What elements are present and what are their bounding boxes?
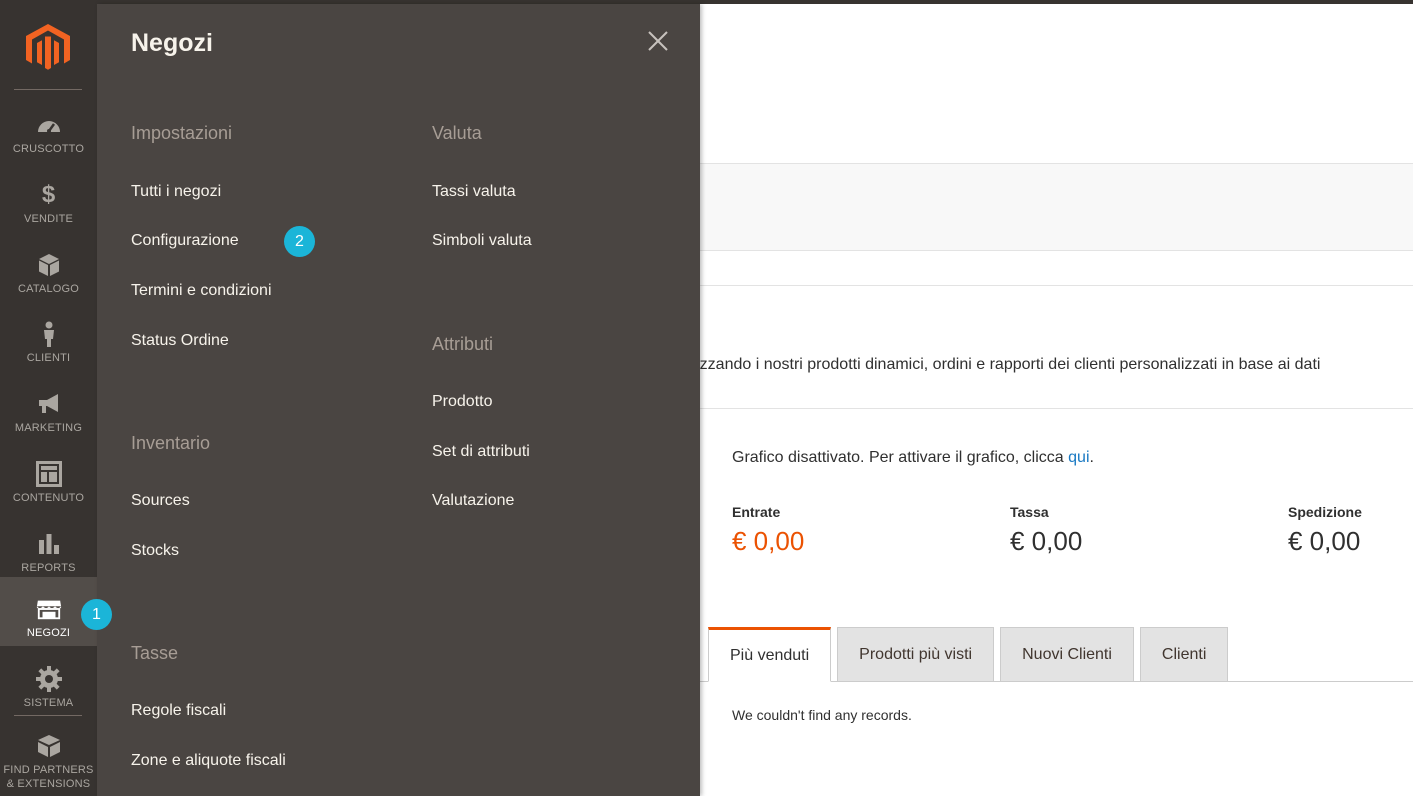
step-badge-1: 1 xyxy=(81,599,112,630)
sidebar-item-content[interactable]: CONTENUTO xyxy=(0,442,97,511)
sidebar-item-marketing[interactable]: MARKETING xyxy=(0,372,97,441)
sidebar-item-label: CRUSCOTTO xyxy=(12,143,85,155)
tab-new-customers[interactable]: Nuovi Clienti xyxy=(1000,627,1134,682)
magento-logo-icon[interactable] xyxy=(26,24,70,72)
no-records-message: We couldn't find any records. xyxy=(732,707,912,723)
dashboard-icon xyxy=(36,112,62,138)
menu-link-all-stores[interactable]: Tutti i negozi xyxy=(131,183,221,201)
person-icon xyxy=(36,321,62,347)
close-icon[interactable] xyxy=(646,29,670,53)
sidebar-item-label: FIND PARTNERS & EXTENSIONS xyxy=(3,764,94,790)
section-heading-inventory: Inventario xyxy=(131,433,211,453)
section-heading-currency: Valuta xyxy=(432,123,482,143)
store-icon xyxy=(36,596,62,622)
total-label: Entrate xyxy=(732,504,781,520)
total-value: € 0,00 xyxy=(732,526,805,556)
stores-flyout-menu: Negozi Impostazioni Tutti i negozi Confi… xyxy=(97,4,700,796)
total-shipping: Spedizione € 0,00 xyxy=(1288,504,1362,557)
tab-bestsellers[interactable]: Più venduti xyxy=(708,627,832,682)
menu-link-order-status[interactable]: Status Ordine xyxy=(131,332,229,350)
box-icon xyxy=(36,252,62,278)
blocks-icon xyxy=(36,733,62,759)
chart-notice-text: Grafico disattivato. Per attivare il gra… xyxy=(732,449,1064,466)
chart-notice: Grafico disattivato. Per attivare il gra… xyxy=(732,449,1094,467)
menu-link-configuration[interactable]: Configurazione xyxy=(131,232,239,250)
menu-link-stocks[interactable]: Stocks xyxy=(131,542,179,560)
total-label: Tassa xyxy=(1010,504,1049,520)
menu-link-currency-rates[interactable]: Tassi valuta xyxy=(432,183,516,201)
dashboard-tabs: Più venduti Prodotti più visti Nuovi Cli… xyxy=(708,627,1229,682)
sidebar-separator xyxy=(14,715,82,716)
admin-sidebar: CRUSCOTTO $ VENDITE CATALOGO CLIENTI MAR… xyxy=(0,4,97,796)
section-heading-attributes: Attributi xyxy=(432,334,494,354)
flyout-title: Negozi xyxy=(131,29,213,57)
sidebar-item-system[interactable]: SISTEMA xyxy=(0,647,97,716)
sidebar-separator xyxy=(14,89,82,90)
tab-most-viewed[interactable]: Prodotti più visti xyxy=(837,627,995,682)
menu-link-rating[interactable]: Valutazione xyxy=(432,492,514,510)
sidebar-item-label: MARKETING xyxy=(14,422,83,434)
enable-chart-link[interactable]: qui xyxy=(1068,449,1089,466)
total-value: € 0,00 xyxy=(1288,526,1361,556)
gear-icon xyxy=(35,666,62,692)
total-value: € 0,00 xyxy=(1010,526,1083,556)
sidebar-item-reports[interactable]: REPORTS xyxy=(0,512,97,581)
sidebar-item-label: SISTEMA xyxy=(23,697,74,709)
sidebar-item-dashboard[interactable]: CRUSCOTTO xyxy=(0,93,97,162)
sidebar-item-find-partners[interactable]: FIND PARTNERS & EXTENSIONS xyxy=(0,723,97,795)
layout-icon xyxy=(35,461,62,487)
bar-chart-icon xyxy=(36,531,62,557)
megaphone-icon xyxy=(36,391,62,417)
sidebar-item-catalog[interactable]: CATALOGO xyxy=(0,233,97,302)
sidebar-item-customers[interactable]: CLIENTI xyxy=(0,302,97,371)
sidebar-item-label: CLIENTI xyxy=(26,352,71,364)
page-actions-band xyxy=(700,163,1413,251)
menu-link-tax-rules[interactable]: Regole fiscali xyxy=(131,702,226,720)
menu-link-currency-symbols[interactable]: Simboli valuta xyxy=(432,232,532,250)
sidebar-item-sales[interactable]: $ VENDITE xyxy=(0,163,97,232)
dollar-icon: $ xyxy=(41,181,56,208)
section-heading-taxes: Tasse xyxy=(131,643,179,663)
step-badge-2: 2 xyxy=(284,226,315,257)
tab-customers[interactable]: Clienti xyxy=(1139,627,1229,682)
divider xyxy=(700,408,1413,409)
total-revenue: Entrate € 0,00 xyxy=(732,504,804,557)
menu-link-product-attributes[interactable]: Prodotto xyxy=(432,393,492,411)
divider xyxy=(700,285,1413,286)
sidebar-item-label: NEGOZI xyxy=(26,627,71,639)
menu-link-attribute-set[interactable]: Set di attributi xyxy=(432,443,530,461)
sidebar-item-label: REPORTS xyxy=(21,562,76,574)
sidebar-item-label: VENDITE xyxy=(23,213,74,225)
total-label: Spedizione xyxy=(1288,504,1362,520)
menu-link-terms-conditions[interactable]: Termini e condizioni xyxy=(131,282,272,300)
menu-link-tax-zones-rates[interactable]: Zone e aliquote fiscali xyxy=(131,752,286,770)
total-tax: Tassa € 0,00 xyxy=(1010,504,1082,557)
section-heading-settings: Impostazioni xyxy=(131,123,233,143)
period: . xyxy=(1089,449,1094,466)
menu-link-sources[interactable]: Sources xyxy=(131,492,190,510)
sidebar-item-label: CONTENUTO xyxy=(12,492,85,504)
sidebar-item-label: CATALOGO xyxy=(17,283,80,295)
